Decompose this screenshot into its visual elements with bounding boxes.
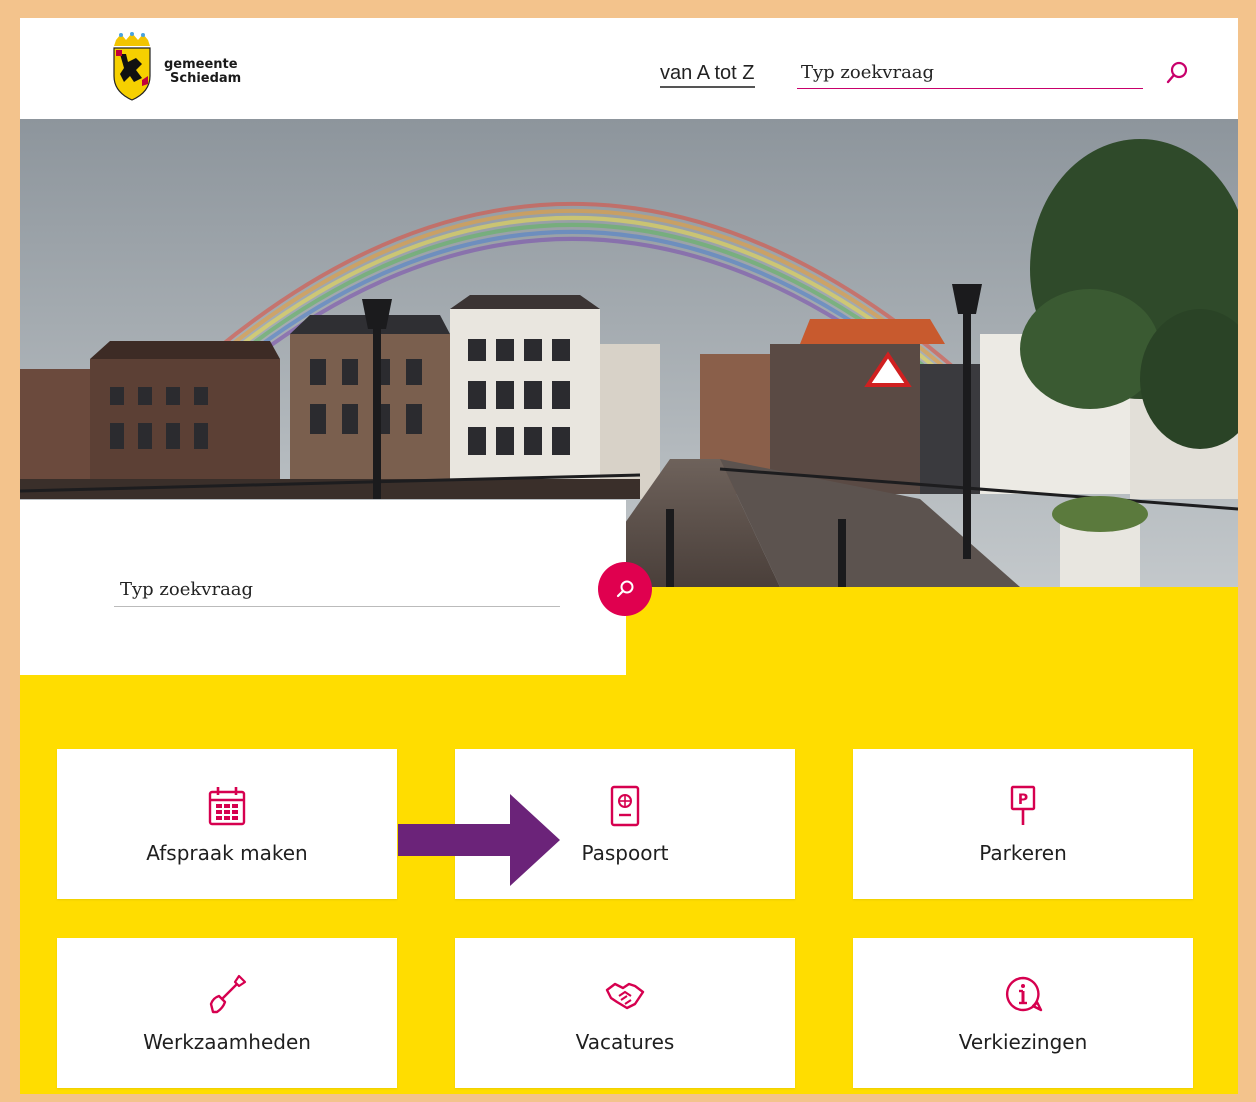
tile-paspoort[interactable]: Paspoort (455, 749, 795, 899)
parking-sign-icon: P (1010, 785, 1036, 825)
site-header: gemeente Schiedam van A tot Z (20, 18, 1238, 119)
gemeente-schiedam-logo[interactable]: gemeente Schiedam (112, 32, 262, 108)
svg-text:P: P (1018, 792, 1028, 808)
hero-search-field (114, 574, 566, 607)
tile-verkiezingen[interactable]: Verkiezingen (853, 938, 1193, 1088)
tile-label: Werkzaamheden (143, 1030, 311, 1054)
logo-line-2: Schiedam (170, 71, 242, 86)
search-icon (616, 580, 634, 598)
nav-a-to-z-link[interactable]: van A tot Z (660, 62, 755, 88)
info-icon (1005, 976, 1043, 1012)
header-search-button[interactable] (1162, 58, 1192, 88)
search-icon (1166, 61, 1188, 84)
passport-icon (610, 785, 640, 827)
tile-label: Afspraak maken (146, 841, 308, 865)
tile-label: Parkeren (979, 841, 1067, 865)
logo-line-1: gemeente (164, 57, 238, 72)
handshake-icon (605, 982, 645, 1010)
calendar-icon (208, 787, 246, 826)
hero-search-panel (20, 500, 626, 675)
shovel-icon (209, 974, 247, 1014)
tile-label: Vacatures (575, 1030, 675, 1054)
logo-text: gemeente Schiedam (164, 58, 241, 86)
tile-werkzaamheden[interactable]: Werkzaamheden (57, 938, 397, 1088)
coat-of-arms-icon (113, 32, 151, 101)
browser-frame: gemeente Schiedam van A tot Z Typ zoekvr… (20, 18, 1238, 1094)
header-search (797, 58, 1143, 89)
header-search-input[interactable] (797, 58, 1135, 86)
hero-search-input[interactable] (114, 574, 566, 604)
tile-parkeren[interactable]: P Parkeren (853, 749, 1193, 899)
tile-label: Verkiezingen (958, 1030, 1088, 1054)
hero-search-button[interactable] (598, 562, 652, 616)
tile-vacatures[interactable]: Vacatures (455, 938, 795, 1088)
tile-afspraak-maken[interactable]: Afspraak maken (57, 749, 397, 899)
tile-label: Paspoort (581, 841, 669, 865)
